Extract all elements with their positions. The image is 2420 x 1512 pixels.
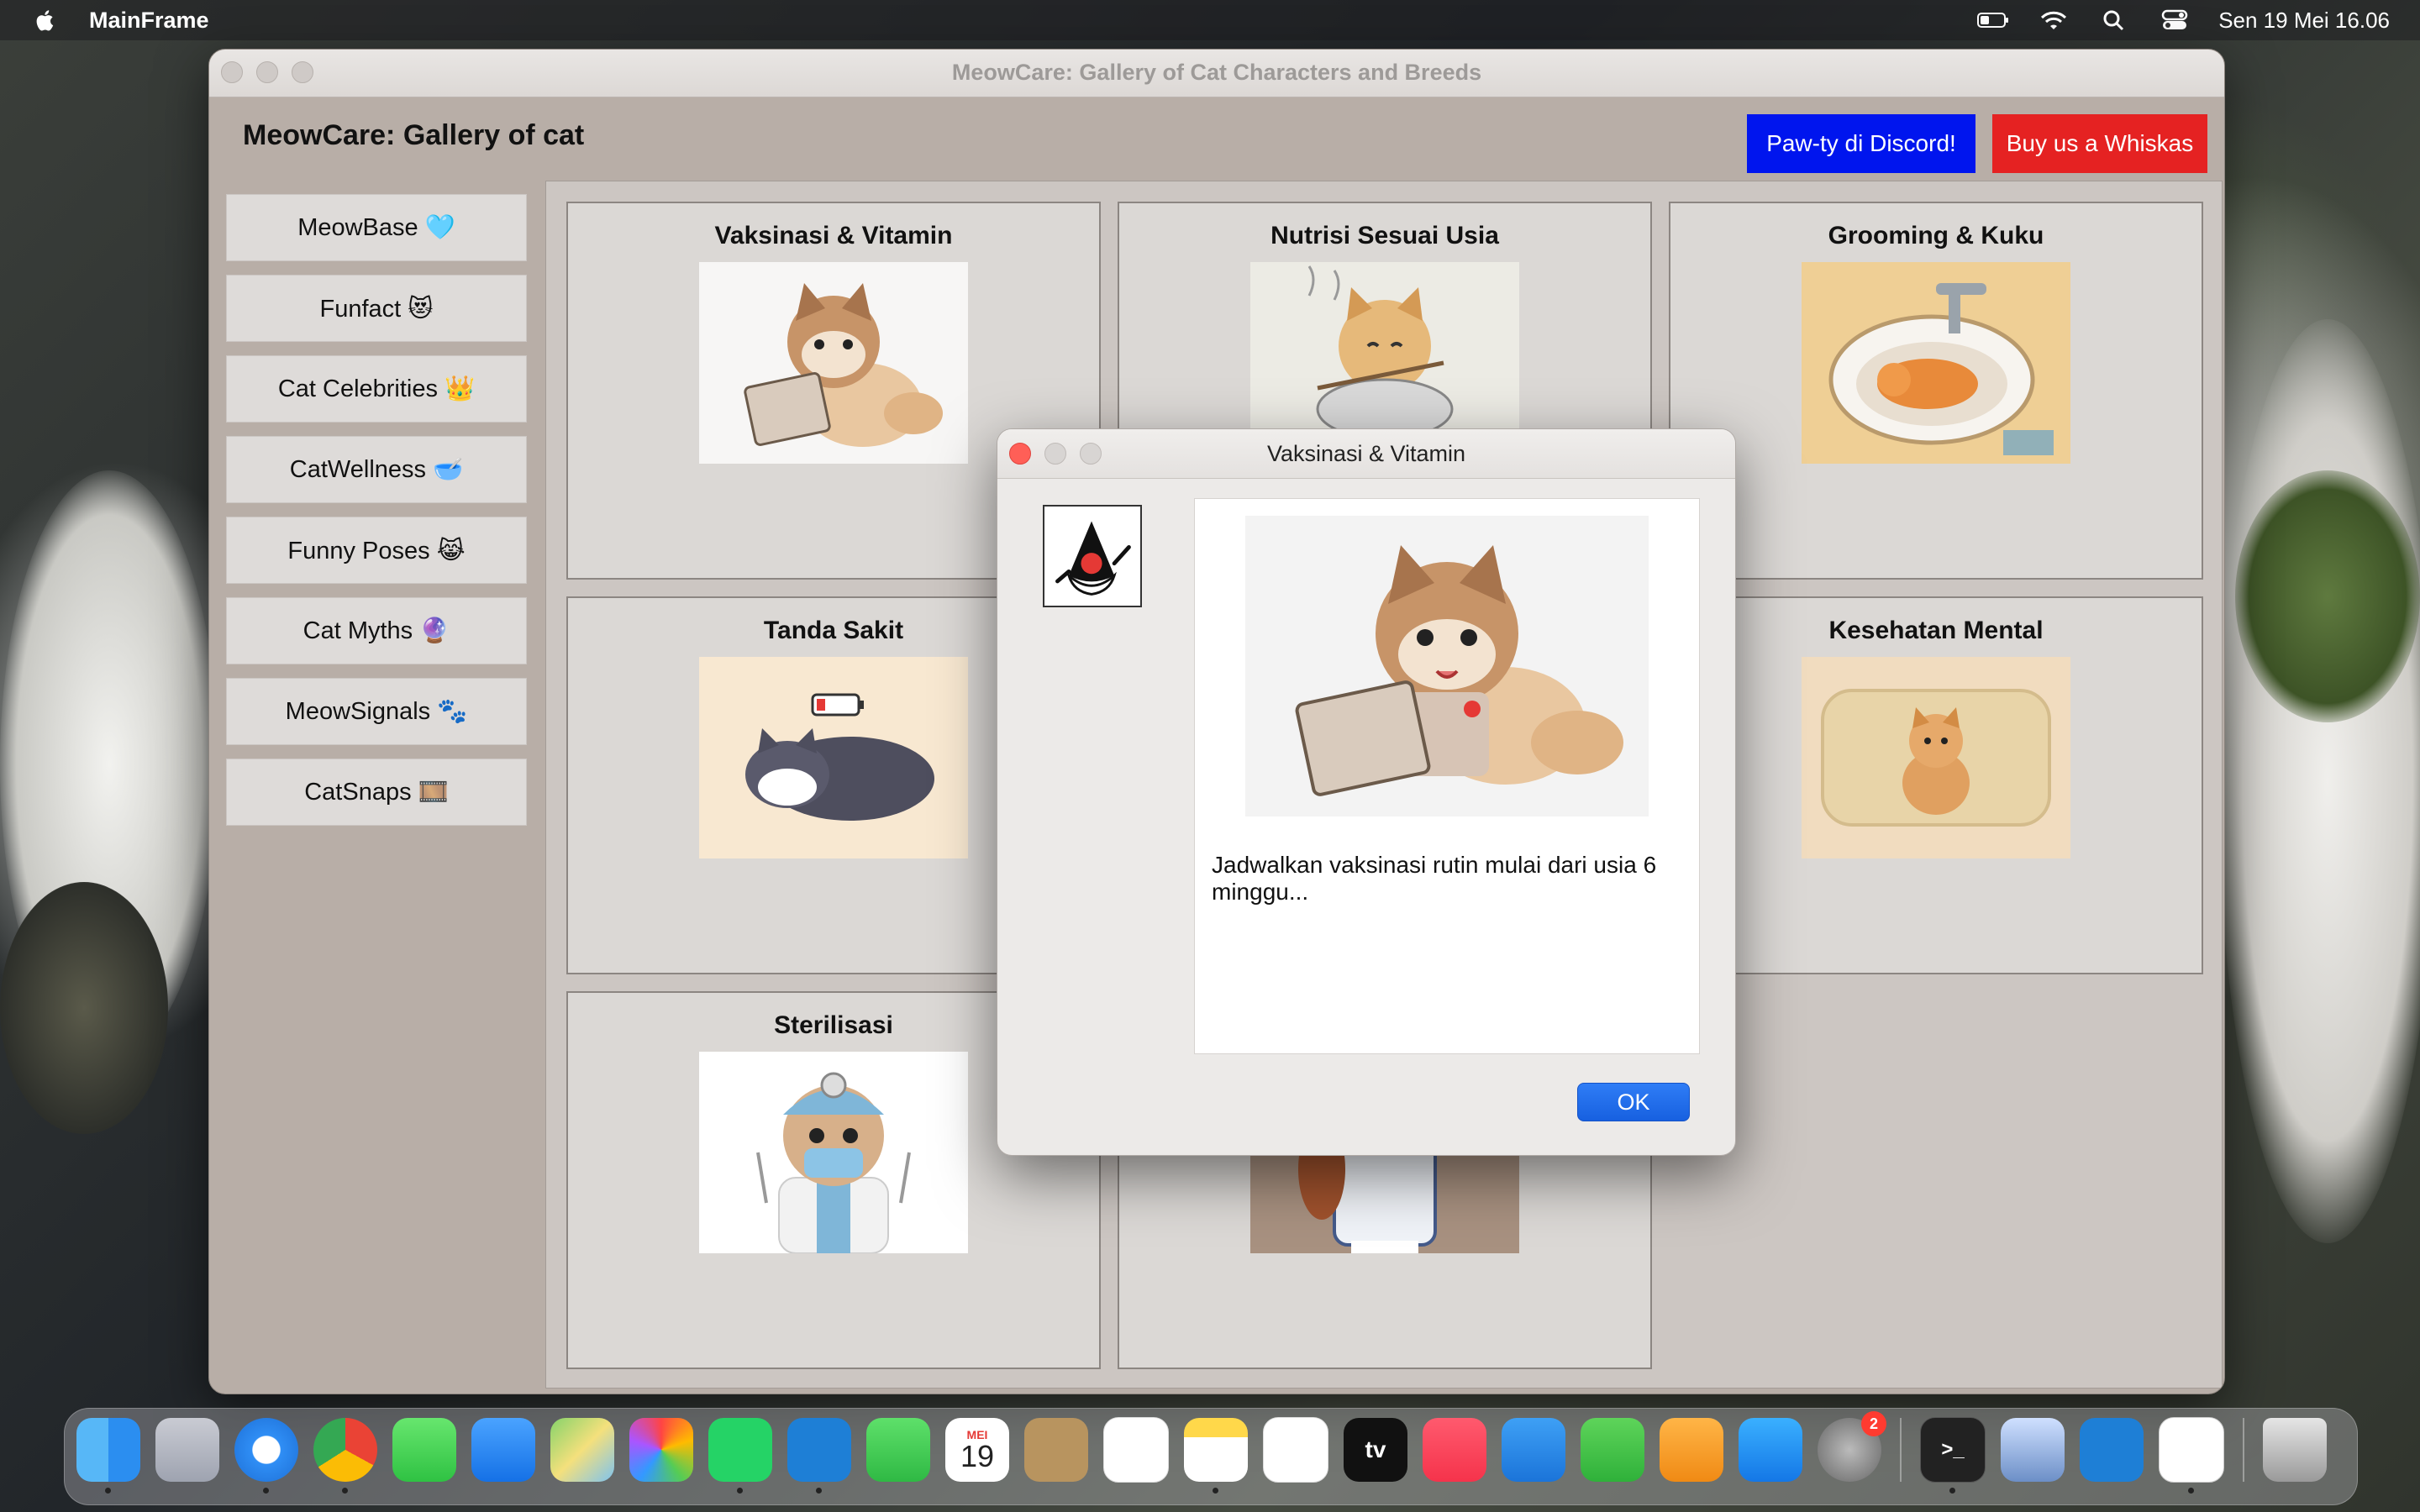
calendar-icon[interactable]: MEI 19 bbox=[945, 1418, 1009, 1482]
dialog-message-text: Jadwalkan vaksinasi rutin mulai dari usi… bbox=[1212, 852, 1657, 905]
menu-bar: MainFrame Sen 19 Mei 16.06 bbox=[0, 0, 2420, 40]
reminders-icon[interactable] bbox=[1103, 1417, 1169, 1483]
dock-separator bbox=[2243, 1418, 2244, 1482]
sidebar-item-funny-poses[interactable]: Funny Poses 😹 bbox=[226, 517, 527, 584]
sidebar-item-meowbase[interactable]: MeowBase 🩵 bbox=[226, 194, 527, 261]
safari-icon[interactable] bbox=[234, 1418, 298, 1494]
card-title: Grooming & Kuku bbox=[1828, 222, 2044, 249]
whatsapp-icon[interactable] bbox=[708, 1418, 772, 1494]
ok-button[interactable]: OK bbox=[1577, 1083, 1690, 1121]
terminal-label: >_ bbox=[1941, 1438, 1965, 1461]
numbers-icon[interactable] bbox=[1581, 1418, 1644, 1482]
java-app-icon[interactable] bbox=[2159, 1417, 2224, 1494]
discord-button[interactable]: Paw-ty di Discord! bbox=[1747, 114, 1975, 173]
card-title: Vaksinasi & Vitamin bbox=[714, 222, 953, 249]
sidebar: MeowBase 🩵 Funfact 😻 Cat Celebrities 👑 C… bbox=[226, 194, 529, 839]
wifi-icon[interactable] bbox=[2037, 8, 2070, 33]
finder-icon[interactable] bbox=[76, 1418, 140, 1494]
buy-whiskas-button[interactable]: Buy us a Whiskas bbox=[1992, 114, 2207, 173]
preview-icon[interactable] bbox=[2001, 1418, 2065, 1482]
active-app-name[interactable]: MainFrame bbox=[89, 8, 209, 34]
trash-icon[interactable] bbox=[2263, 1418, 2327, 1482]
card-title: Nutrisi Sesuai Usia bbox=[1270, 222, 1499, 249]
dialog-title: Vaksinasi & Vitamin bbox=[1266, 441, 1466, 466]
sidebar-item-funfact[interactable]: Funfact 😻 bbox=[226, 275, 527, 342]
card-grooming-kuku[interactable]: Grooming & Kuku bbox=[1669, 202, 2203, 580]
cat-surgeon-image bbox=[699, 1052, 968, 1253]
java-duke-icon bbox=[1043, 505, 1142, 607]
card-kesehatan-mental[interactable]: Kesehatan Mental bbox=[1669, 596, 2203, 974]
calendar-day: 19 bbox=[960, 1439, 995, 1473]
card-title: Kesehatan Mental bbox=[1828, 617, 2044, 644]
cat-in-sink-image bbox=[1802, 262, 2070, 464]
launchpad-icon[interactable] bbox=[155, 1418, 219, 1482]
facetime-icon[interactable] bbox=[866, 1418, 930, 1482]
wallpaper-plant bbox=[2235, 470, 2420, 722]
message-dialog: Vaksinasi & Vitamin Jadwalkan vaksinasi … bbox=[997, 428, 1736, 1156]
settings-badge: 2 bbox=[1861, 1411, 1886, 1436]
window-titlebar[interactable]: MeowCare: Gallery of Cat Characters and … bbox=[209, 50, 2224, 97]
contacts-icon[interactable] bbox=[1024, 1418, 1088, 1482]
pages-icon[interactable] bbox=[1660, 1418, 1723, 1482]
dialog-message-panel: Jadwalkan vaksinasi rutin mulai dari usi… bbox=[1194, 498, 1700, 1054]
freeform-icon[interactable] bbox=[1263, 1417, 1328, 1483]
mail-icon[interactable] bbox=[471, 1418, 535, 1482]
wallpaper-shape bbox=[0, 882, 168, 1134]
music-icon[interactable] bbox=[1423, 1418, 1486, 1482]
apple-tv-icon[interactable]: tv bbox=[1344, 1418, 1407, 1482]
keynote-icon[interactable] bbox=[1502, 1418, 1565, 1482]
cat-on-mat-image bbox=[1802, 657, 2070, 858]
terminal-icon[interactable]: >_ bbox=[1920, 1417, 1986, 1494]
window-title: MeowCare: Gallery of Cat Characters and … bbox=[951, 60, 1482, 85]
apple-logo-icon[interactable] bbox=[30, 5, 60, 35]
notes-icon[interactable] bbox=[1184, 1418, 1248, 1494]
messages-icon[interactable] bbox=[392, 1418, 456, 1482]
menu-clock[interactable]: Sen 19 Mei 16.06 bbox=[2218, 8, 2390, 34]
sidebar-item-catwellness[interactable]: CatWellness 🥣 bbox=[226, 436, 527, 503]
vscode-window-icon[interactable] bbox=[2080, 1418, 2144, 1482]
app-store-icon[interactable] bbox=[1739, 1418, 1802, 1482]
dialog-titlebar[interactable]: Vaksinasi & Vitamin bbox=[997, 429, 1735, 479]
system-settings-icon[interactable]: 2 bbox=[1818, 1411, 1886, 1482]
wallpaper-shape bbox=[2218, 319, 2420, 1243]
chrome-icon[interactable] bbox=[313, 1418, 377, 1494]
spotlight-search-icon[interactable] bbox=[2097, 8, 2131, 33]
app-title: MeowCare: Gallery of cat bbox=[243, 119, 585, 151]
apple-tv-label: tv bbox=[1365, 1436, 1386, 1462]
sidebar-item-meowsignals[interactable]: MeowSignals 🐾 bbox=[226, 678, 527, 745]
sleeping-cat-low-battery-image bbox=[699, 657, 968, 858]
cat-doctor-clipboard-image bbox=[699, 262, 968, 464]
dock: MEI 19 tv 2 >_ bbox=[64, 1408, 2358, 1505]
sidebar-item-cat-myths[interactable]: Cat Myths 🔮 bbox=[226, 597, 527, 664]
photos-icon[interactable] bbox=[629, 1418, 693, 1482]
cat-doctor-clipboard-image bbox=[1245, 516, 1649, 816]
battery-icon[interactable] bbox=[1976, 8, 2010, 33]
vscode-icon[interactable] bbox=[787, 1418, 851, 1494]
control-center-icon[interactable] bbox=[2158, 8, 2191, 33]
dock-separator bbox=[1900, 1418, 1902, 1482]
maps-icon[interactable] bbox=[550, 1418, 614, 1482]
sidebar-item-cat-celebrities[interactable]: Cat Celebrities 👑 bbox=[226, 355, 527, 423]
sidebar-item-catsnaps[interactable]: CatSnaps 🎞️ bbox=[226, 759, 527, 826]
